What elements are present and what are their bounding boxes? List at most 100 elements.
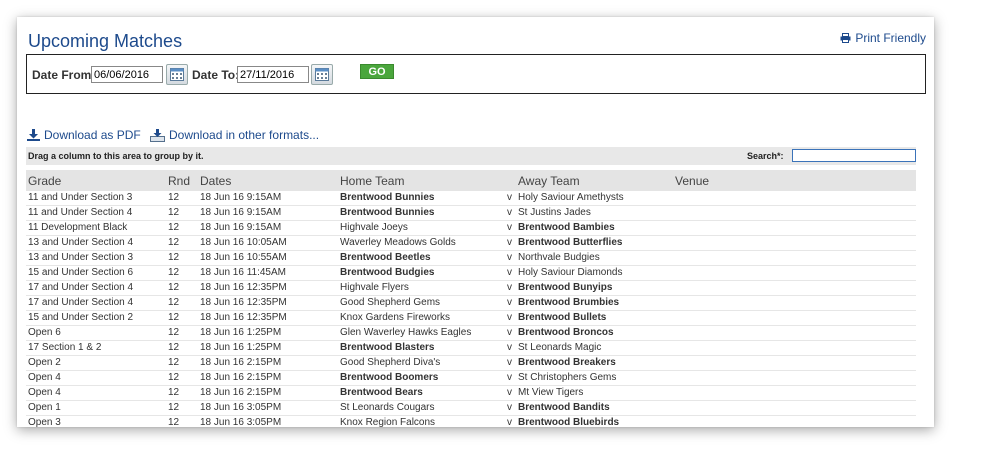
cell-home-team: Brentwood Bunnies <box>340 207 435 218</box>
cell-round: 12 <box>168 252 180 263</box>
cell-date: 18 Jun 16 2:15PM <box>200 387 282 398</box>
cell-away-team: Brentwood Brumbies <box>518 297 620 308</box>
cell-home-team: Good Shepherd Diva's <box>340 357 441 368</box>
table-row[interactable]: 11 Development Black 12 18 Jun 16 9:15AM Hi… <box>26 221 916 236</box>
table-row[interactable]: 17 and Under Section 4 12 18 Jun 16 12:35P… <box>26 296 916 311</box>
table-row[interactable]: 13 and Under Section 3 12 18 Jun 16 10:55A… <box>26 251 916 266</box>
column-header-grade[interactable]: Grade <box>28 174 61 188</box>
cell-away-team: Brentwood Butterflies <box>518 237 623 248</box>
column-header-away-team[interactable]: Away Team <box>518 174 580 188</box>
cell-away-team: Mt View Tigers <box>518 387 584 398</box>
cell-away-team: Brentwood Bandits <box>518 402 610 413</box>
cell-away-team: St Leonards Magic <box>518 342 602 353</box>
cell-grade: Open 4 <box>28 387 61 398</box>
table-row[interactable]: Open 2 12 18 Jun 16 2:15PM Good Shepherd Di… <box>26 356 916 371</box>
cell-date: 18 Jun 16 3:05PM <box>200 402 282 413</box>
cell-round: 12 <box>168 282 180 293</box>
upcoming-matches-panel: Upcoming Matches Print Friendly Date Fro… <box>17 17 934 427</box>
cell-home-team: Highvale Flyers <box>340 282 409 293</box>
cell-round: 12 <box>168 267 180 278</box>
cell-versus: v <box>507 297 512 308</box>
cell-away-team: Brentwood Broncos <box>518 327 614 338</box>
cell-date: 18 Jun 16 9:15AM <box>200 222 282 233</box>
table-row[interactable]: Open 6 12 18 Jun 16 1:25PM Glen Waverley Ha… <box>26 326 916 341</box>
cell-home-team: Brentwood Bunnies <box>340 192 435 203</box>
cell-versus: v <box>507 372 512 383</box>
table-row[interactable]: Open 1 12 18 Jun 16 3:05PM St Leonards Coug… <box>26 401 916 416</box>
cell-versus: v <box>507 402 512 413</box>
date-to-calendar-button[interactable] <box>311 64 333 85</box>
search-label: Search*: <box>747 151 784 161</box>
go-button[interactable]: GO <box>360 64 394 79</box>
column-header-rnd[interactable]: Rnd <box>168 174 190 188</box>
cell-versus: v <box>507 252 512 263</box>
cell-grade: 11 and Under Section 3 <box>28 192 133 203</box>
cell-home-team: Knox Gardens Fireworks <box>340 312 451 323</box>
cell-round: 12 <box>168 297 180 308</box>
column-header-home-team[interactable]: Home Team <box>340 174 404 188</box>
grid-header: Grade Rnd Dates Home Team Away Team Venu… <box>26 170 916 191</box>
cell-round: 12 <box>168 342 180 353</box>
cell-date: 18 Jun 16 11:45AM <box>200 267 286 278</box>
table-row[interactable]: Open 4 12 18 Jun 16 2:15PM Brentwood Bears v… <box>26 386 916 401</box>
cell-home-team: Waverley Meadows Golds <box>340 237 456 248</box>
table-row[interactable]: Open 3 12 18 Jun 16 3:05PM Knox Region Falc… <box>26 416 916 427</box>
cell-round: 12 <box>168 222 180 233</box>
cell-away-team: Northvale Budgies <box>518 252 600 263</box>
date-from-input[interactable] <box>91 66 163 83</box>
cell-versus: v <box>507 222 512 233</box>
table-row[interactable]: 15 and Under Section 2 12 18 Jun 16 12:35P… <box>26 311 916 326</box>
cell-date: 18 Jun 16 9:15AM <box>200 192 282 203</box>
download-pdf-link[interactable]: Download as PDF <box>27 128 141 142</box>
cell-away-team: St Christophers Gems <box>518 372 617 383</box>
table-row[interactable]: 11 and Under Section 4 12 18 Jun 16 9:15AM… <box>26 206 916 221</box>
cell-away-team: Brentwood Breakers <box>518 357 616 368</box>
calendar-icon <box>315 68 329 81</box>
cell-round: 12 <box>168 372 180 383</box>
cell-date: 18 Jun 16 12:35PM <box>200 282 287 293</box>
table-row[interactable]: 17 and Under Section 4 12 18 Jun 16 12:35P… <box>26 281 916 296</box>
cell-grade: 17 and Under Section 4 <box>28 282 134 293</box>
cell-home-team: Brentwood Budgies <box>340 267 435 278</box>
cell-round: 12 <box>168 207 180 218</box>
cell-grade: 13 and Under Section 4 <box>28 237 134 248</box>
group-by-hint: Drag a column to this area to group by i… <box>28 151 204 161</box>
cell-date: 18 Jun 16 1:25PM <box>200 327 282 338</box>
cell-grade: 13 and Under Section 3 <box>28 252 134 263</box>
download-other-formats-link[interactable]: Download in other formats... <box>150 128 319 142</box>
cell-versus: v <box>507 267 512 278</box>
cell-away-team: Brentwood Bullets <box>518 312 607 323</box>
cell-grade: Open 3 <box>28 417 61 427</box>
printer-icon <box>840 33 851 43</box>
cell-date: 18 Jun 16 12:35PM <box>200 297 287 308</box>
column-header-dates[interactable]: Dates <box>200 174 231 188</box>
cell-round: 12 <box>168 417 180 427</box>
cell-versus: v <box>507 282 512 293</box>
table-row[interactable]: 11 and Under Section 3 12 18 Jun 16 9:15AM… <box>26 191 916 206</box>
date-to-label: Date To: <box>192 68 240 82</box>
table-row[interactable]: 17 Section 1 & 2 12 18 Jun 16 1:25PM Brentw… <box>26 341 916 356</box>
cell-away-team: Brentwood Bambies <box>518 222 615 233</box>
cell-round: 12 <box>168 357 180 368</box>
cell-away-team: Brentwood Bluebirds <box>518 417 620 427</box>
table-row[interactable]: 13 and Under Section 4 12 18 Jun 16 10:05A… <box>26 236 916 251</box>
cell-versus: v <box>507 357 512 368</box>
date-from-calendar-button[interactable] <box>166 64 188 85</box>
cell-round: 12 <box>168 237 180 248</box>
cell-versus: v <box>507 237 512 248</box>
download-icon <box>27 129 40 141</box>
cell-date: 18 Jun 16 12:35PM <box>200 312 287 323</box>
table-row[interactable]: 15 and Under Section 6 12 18 Jun 16 11:45A… <box>26 266 916 281</box>
column-header-venue[interactable]: Venue <box>675 174 709 188</box>
date-to-input[interactable] <box>237 66 309 83</box>
cell-grade: Open 1 <box>28 402 61 413</box>
search-input[interactable] <box>792 149 916 162</box>
cell-date: 18 Jun 16 10:55AM <box>200 252 287 263</box>
table-row[interactable]: Open 4 12 18 Jun 16 2:15PM Brentwood Boomer… <box>26 371 916 386</box>
group-by-drop-area[interactable]: Drag a column to this area to group by i… <box>26 147 916 165</box>
cell-round: 12 <box>168 402 180 413</box>
cell-round: 12 <box>168 192 180 203</box>
cell-grade: 15 and Under Section 2 <box>28 312 134 323</box>
cell-grade: 15 and Under Section 6 <box>28 267 134 278</box>
print-friendly-link[interactable]: Print Friendly <box>840 31 926 45</box>
